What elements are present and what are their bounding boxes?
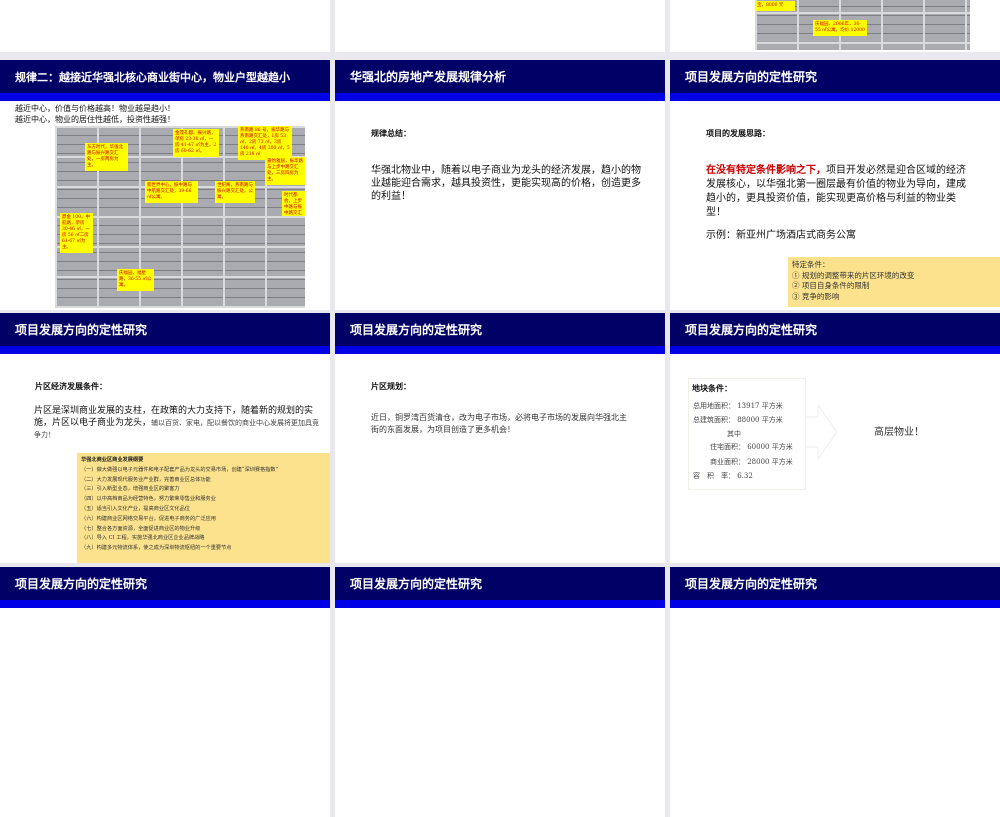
condition-row: 总用地面积： 13917 平方米: [693, 402, 783, 410]
note-line: ① 规划的调整带来的片区环境的改变: [792, 270, 915, 280]
slide-thumbnail[interactable]: 项目发展方向的定性研究: [0, 567, 330, 817]
example-text: 示例：新亚州广场酒店式商务公寓: [706, 230, 856, 241]
slide-thumbnail[interactable]: 项目发展方向的定性研究 项目的发展思路： 在没有特定条件影响之下，项目开发必然是…: [670, 60, 1000, 310]
condition-row: 商业面积： 28000 平方米: [710, 458, 793, 466]
slide-thumbnail[interactable]: [0, 0, 330, 52]
outline-note: 华强北商业区商业发展纲要 （一）做大做强以电子元器件和电子配套产品为龙头的交易市…: [77, 453, 330, 563]
title-strip: [670, 346, 1000, 354]
slide-thumbnail[interactable]: 项目发展方向的定性研究: [670, 567, 1000, 817]
slide-thumbnail[interactable]: [335, 0, 665, 52]
map-callout: 时代都会，上步中路与振中路交汇处，一房 46 ㎡，两房 77-80 ㎡。: [282, 191, 305, 216]
map-callout: 嘉怡雅居，振华路与上步中路交汇处，三房四房为主。: [265, 157, 305, 185]
slide-title: 项目发展方向的定性研究: [670, 567, 1000, 602]
result-text: 高层物业！: [874, 427, 924, 438]
section-label: 片区规划：: [371, 382, 411, 391]
map-callout: 宝，8000 元: [755, 1, 795, 11]
title-strip: [0, 346, 330, 354]
section-label: 项目的发展思路：: [706, 129, 770, 138]
slide-thumbnail[interactable]: 项目发展方向的定性研究: [335, 567, 665, 817]
note-line: （三）引入新型业态，增强商业区的聚客力: [81, 486, 180, 493]
title-strip: [0, 600, 330, 608]
note-line: （一）做大做强以电子元器件和电子配套产品为龙头的交易市场，创建“深圳赛格指数”: [81, 466, 279, 473]
section-label: 规律总结：: [371, 129, 411, 138]
slide-body: 片区是深圳商业发展的支柱，在政策的大力支持下，随着新的规划的实施，片区以电子商业…: [34, 405, 319, 441]
land-conditions: 总用地面积： 13917 平方米 总建筑面积： 88000 平方米 其中 住宅面…: [693, 399, 805, 483]
note-line: （四）以中高档商品为经营特色，努力繁荣零售业和服务业: [81, 496, 216, 503]
map-callout: 庆福园，福星路，36-55 ㎡公寓。: [117, 269, 154, 291]
note-title: 华强北商业区商业发展纲要: [81, 457, 144, 463]
slide-title: 项目发展方向的定性研究: [670, 60, 1000, 95]
slide-thumbnail[interactable]: 项目发展方向的定性研究 片区经济发展条件： 片区是深圳商业发展的支柱，在政策的大…: [0, 313, 330, 563]
map-callout: 金茂礼都，振兴路，单房 23-36 ㎡，一房 41-47 ㎡为主，2房 60-6…: [173, 129, 219, 157]
note-line: （二）大力发展现代服务业产业群，完善商业区总体功能: [81, 476, 211, 483]
slide-thumbnail[interactable]: 项目发展方向的定性研究 片区规划： 近日，铜罗湾百货清仓，改为电子市场，必将电子…: [335, 313, 665, 563]
title-strip: [335, 93, 665, 101]
title-strip: [335, 346, 665, 354]
text-line: 越近中心，物业的居住性越低，投资性越强！: [15, 115, 175, 124]
slide-thumbnail[interactable]: 华强北的房地产发展规律分析 规律总结： 华强北物业中，随着以电子商业为龙头的经济…: [335, 60, 665, 310]
map-callout: 世纪阁，燕南路与振兴路交汇处，公寓。: [215, 181, 255, 203]
condition-row: 容 积 率： 6.32: [693, 472, 753, 480]
slide-title: 项目发展方向的定性研究: [335, 313, 665, 348]
slide-title: 项目发展方向的定性研究: [0, 313, 330, 348]
note-line: ③ 竞争的影响: [792, 291, 840, 301]
condition-row: 总建筑面积： 88000 平方米: [693, 416, 783, 424]
map-callout: 东方时代，华强北路与振兴路交汇处，一房两房为主。: [85, 143, 128, 171]
section-label: 片区经济发展条件：: [35, 382, 107, 391]
map-callout: 庆福园，2006年，36-55 ㎡公寓，均价 12000: [813, 20, 867, 36]
conditions-note: 特定条件： ① 规划的调整带来的片区环境的改变 ② 项目自身条件的限制 ③ 竞争…: [788, 257, 1000, 307]
section-label: 地块条件：: [692, 384, 732, 393]
map-image: 东方时代，华强北路与振兴路交汇处，一房两房为主。 金茂礼都，振兴路，单房 23-…: [55, 126, 305, 308]
note-line: （五）适当引入文化产业，提高商业区文化品位: [81, 505, 190, 512]
note-line: （七）整合各方面资源，全面促进商业区的物业升级: [81, 525, 201, 532]
title-strip: [0, 93, 330, 101]
slide-title: 规律二：越接近华强北核心商业街中心，物业户型越趋小: [0, 60, 330, 95]
condition-row: 住宅面积： 60000 平方米: [710, 443, 793, 451]
title-strip: [670, 93, 1000, 101]
note-line: （九）构建多元物流体系，使之成为深圳物流枢纽的一个重要节点: [81, 545, 232, 552]
slide-title: 项目发展方向的定性研究: [0, 567, 330, 602]
title-strip: [670, 600, 1000, 608]
note-line: （八）导入 CI 工程，实施华强北商业区企业品牌战略: [81, 535, 205, 542]
condition-row: 其中: [727, 430, 741, 438]
map-callout: 鼎金 100，中航路，单房 30-46 ㎡，一房 56 ㎡二房 61-67 ㎡为…: [60, 213, 93, 253]
map-callout: 燕南路 86 号，振华路与燕南路交汇处，1房 53 ㎡，2房 73 ㎡，3房 1…: [238, 126, 292, 160]
note-line: 特定条件：: [792, 260, 830, 269]
highlight-text: 在没有特定条件影响之下，: [706, 165, 826, 176]
note-line: （六）构建商业区网络交易平台，促进电子商务的广泛应用: [81, 515, 216, 522]
slide-body: 华强北物业中，随着以电子商业为龙头的经济发展，趋小的物业越能迎合需求，越具投资性…: [371, 165, 641, 202]
note-line: ② 项目自身条件的限制: [792, 281, 870, 290]
slide-thumbnail[interactable]: 项目发展方向的定性研究 地块条件： 总用地面积： 13917 平方米 总建筑面积…: [670, 313, 1000, 563]
slide-title: 项目发展方向的定性研究: [335, 567, 665, 602]
map-image: 宝，8000 元 庆福园，2006年，36-55 ㎡公寓，均价 12000: [755, 0, 970, 50]
slide-body: 在没有特定条件影响之下，项目开发必然是迎合区域的经济发展核心，以华强北第一圈层最…: [706, 164, 974, 220]
title-strip: [335, 600, 665, 608]
map-callout: 新世界中心，振中路与中航路交汇处，39-66 ㎡公寓。: [145, 181, 198, 203]
slide-text: 越近中心，价值与价格越高！物业越是趋小！ 越近中心，物业的居住性越低，投资性越强…: [15, 103, 175, 125]
slide-title: 项目发展方向的定性研究: [670, 313, 1000, 348]
slide-thumbnail[interactable]: 宝，8000 元 庆福园，2006年，36-55 ㎡公寓，均价 12000: [670, 0, 1000, 52]
slide-body: 近日，铜罗湾百货清仓，改为电子市场，必将电子市场的发展向华强北主街的东面发展，为…: [371, 413, 627, 434]
arrow-right-icon: [806, 405, 838, 460]
slide-title: 华强北的房地产发展规律分析: [335, 60, 665, 95]
text-line: 越近中心，价值与价格越高！物业越是趋小！: [15, 104, 175, 113]
slide-thumbnail[interactable]: 规律二：越接近华强北核心商业街中心，物业户型越趋小 越近中心，价值与价格越高！物…: [0, 60, 330, 310]
